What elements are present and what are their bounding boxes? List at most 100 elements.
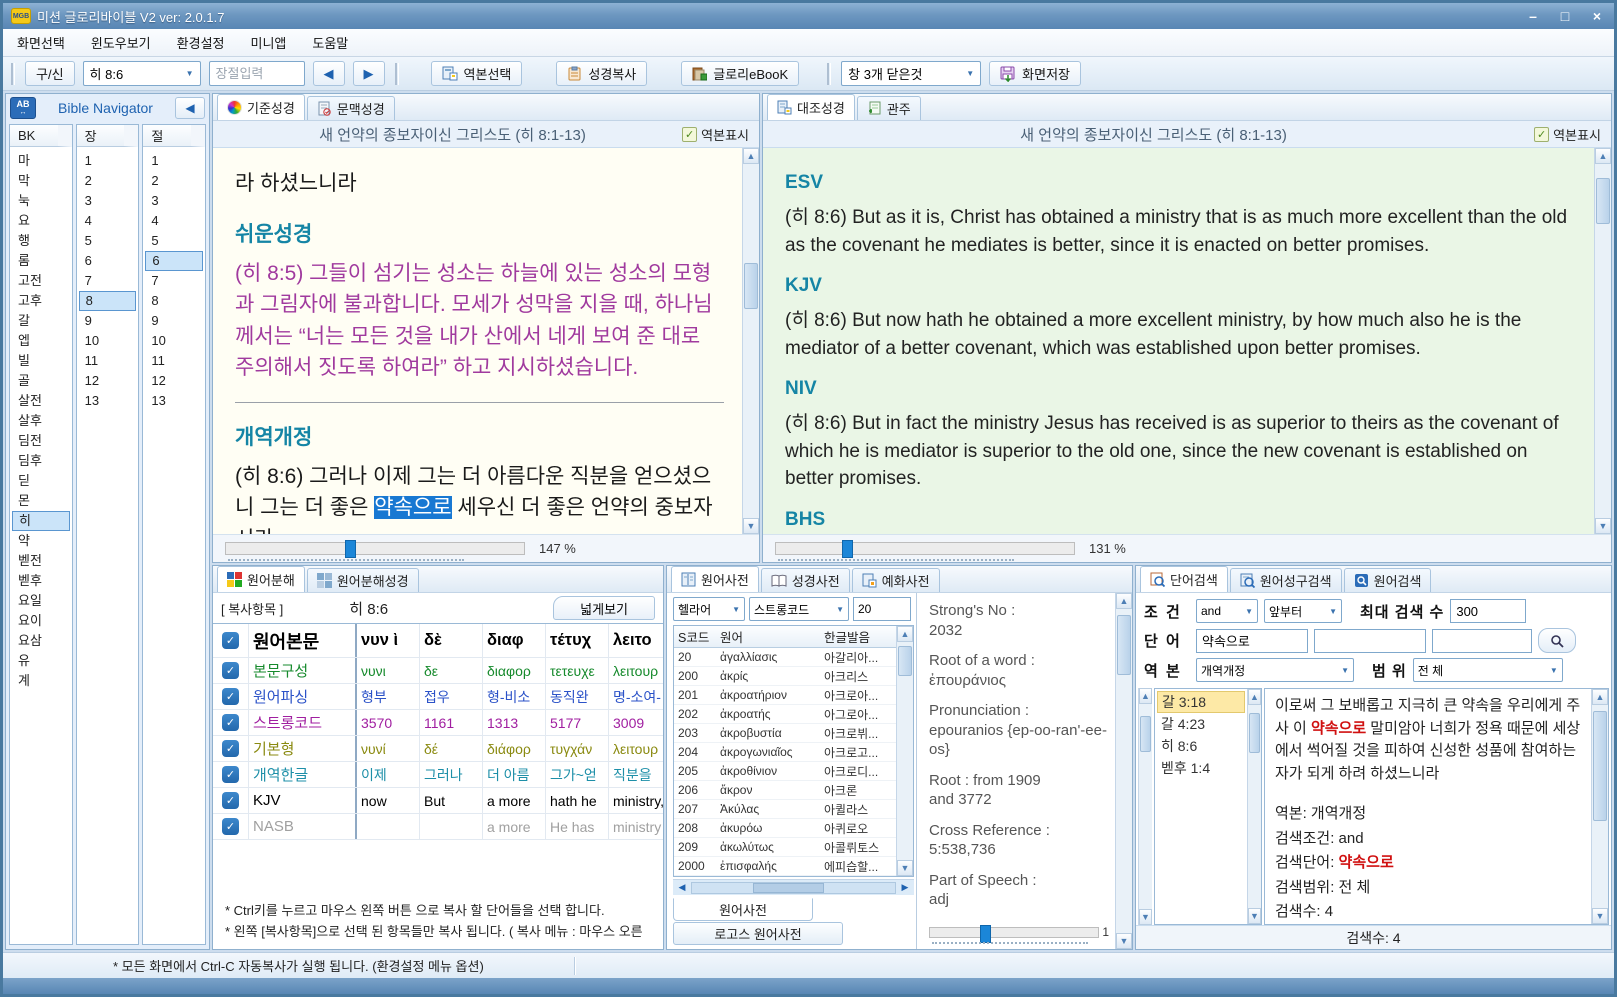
tab-word-parse-bible[interactable]: 원어분해성경	[307, 568, 419, 592]
chapter-item[interactable]: 12	[79, 371, 137, 391]
row-checkbox[interactable]: ✓	[222, 688, 239, 705]
book-item[interactable]: 요이	[12, 611, 70, 631]
chapter-item-selected[interactable]: 8	[79, 291, 137, 311]
layout-combo[interactable]: 창 3개 닫은것 ▼	[841, 61, 981, 86]
vertical-scrollbar[interactable]: ▲ ▼	[1247, 689, 1261, 924]
collapse-sidebar-button[interactable]: ◀	[175, 97, 205, 119]
book-item[interactable]: 고후	[12, 291, 70, 311]
book-item[interactable]: 골	[12, 371, 70, 391]
wide-view-button[interactable]: 넓게보기	[553, 596, 655, 620]
toolbar-grip[interactable]	[395, 63, 399, 85]
search-word-input-1[interactable]	[1196, 629, 1308, 653]
scroll-up-icon[interactable]: ▲	[1116, 593, 1132, 609]
condition-combo[interactable]: and▼	[1196, 599, 1258, 623]
book-item[interactable]: 갈	[12, 311, 70, 331]
book-item[interactable]: 유	[12, 651, 70, 671]
row-checkbox[interactable]: ✓	[222, 766, 239, 783]
book-item[interactable]: 행	[12, 231, 70, 251]
menu-settings[interactable]: 환경설정	[177, 33, 225, 52]
table-row[interactable]: 207Ἀκύλας아퀼라스	[674, 800, 896, 819]
book-item[interactable]: 계	[12, 671, 70, 691]
book-item[interactable]: 벧전	[12, 551, 70, 571]
bible-copy-button[interactable]: 성경복사	[556, 61, 647, 86]
chapter-column-header[interactable]: 장	[77, 125, 139, 147]
tab-word-search[interactable]: 단어검색	[1140, 566, 1228, 592]
minimize-button[interactable]: –	[1524, 8, 1542, 24]
scroll-down-icon[interactable]: ▼	[1248, 908, 1261, 924]
verse-item-selected[interactable]: 6	[145, 251, 203, 271]
tab-primary-bible[interactable]: 기준성경	[217, 94, 305, 120]
menu-mini-apps[interactable]: 미니앱	[251, 33, 287, 52]
scroll-left-icon[interactable]: ◀	[673, 882, 691, 893]
maximize-button[interactable]: □	[1556, 8, 1574, 24]
range-combo[interactable]: 전 체▼	[1413, 658, 1563, 682]
book-item[interactable]: 요삼	[12, 631, 70, 651]
chapter-item[interactable]: 11	[79, 351, 137, 371]
tab-original-word-search[interactable]: 원어검색	[1344, 568, 1432, 592]
verse-item[interactable]: 4	[145, 211, 203, 231]
verse-item[interactable]: 11	[145, 351, 203, 371]
verse-item[interactable]: 13	[145, 391, 203, 411]
scroll-up-icon[interactable]: ▲	[1139, 688, 1152, 704]
language-combo[interactable]: 헬라어▼	[673, 597, 745, 621]
search-word-input-3[interactable]	[1432, 629, 1532, 653]
tab-cross-references[interactable]: 관주	[857, 96, 921, 120]
table-header[interactable]: S코드 원어 한글발음	[674, 626, 896, 648]
scroll-down-icon[interactable]: ▼	[1139, 909, 1152, 925]
book-item[interactable]: 마	[12, 151, 70, 171]
verse-column-header[interactable]: 절	[143, 125, 205, 147]
result-item-selected[interactable]: 갈 3:18	[1157, 691, 1245, 713]
vertical-scrollbar[interactable]: ▲ ▼	[1591, 689, 1608, 924]
tab-bible-dictionary[interactable]: 성경사전	[761, 568, 850, 592]
book-item[interactable]: 엡	[12, 331, 70, 351]
vertical-scrollbar[interactable]: ▲ ▼	[742, 148, 759, 534]
table-row[interactable]: 203ἀκροβυστία아크로뷔...	[674, 724, 896, 743]
table-row[interactable]: 208ἀκυρόω아퀴로오	[674, 819, 896, 838]
table-row[interactable]: 209ἀκωλύτως아콜뤼토스	[674, 838, 896, 857]
scroll-down-icon[interactable]: ▼	[1592, 908, 1608, 924]
version-display-toggle[interactable]: ✓ 역본표시	[682, 125, 749, 144]
row-checkbox[interactable]: ✓	[222, 792, 239, 809]
result-item[interactable]: 벧후 1:4	[1157, 757, 1245, 779]
chapter-item[interactable]: 1	[79, 151, 137, 171]
bottom-tab-dictionary[interactable]: 원어사전	[673, 898, 813, 921]
book-item[interactable]: 벧후	[12, 571, 70, 591]
verse-combo[interactable]: 히 8:6 ▼	[83, 61, 201, 86]
compare-bible-text[interactable]: ESV (히 8:6) But as it is, Christ has obt…	[763, 148, 1594, 534]
scroll-up-icon[interactable]: ▲	[1248, 689, 1261, 705]
tab-original-phrase-search[interactable]: 원어성구검색	[1230, 568, 1342, 592]
row-checkbox[interactable]: ✓	[222, 740, 239, 757]
horizontal-scrollbar[interactable]: ◀ ▶	[673, 879, 914, 895]
verse-item[interactable]: 12	[145, 371, 203, 391]
chapter-item[interactable]: 2	[79, 171, 137, 191]
close-button[interactable]: ×	[1588, 8, 1606, 24]
version-combo[interactable]: 개역개정▼	[1196, 658, 1354, 682]
book-item[interactable]: 살전	[12, 391, 70, 411]
verse-item[interactable]: 3	[145, 191, 203, 211]
book-item[interactable]: 빌	[12, 351, 70, 371]
scroll-right-icon[interactable]: ▶	[896, 882, 914, 893]
table-row[interactable]: 202ἀκροατής아그로아...	[674, 705, 896, 724]
table-row[interactable]: 2000ἐπισφαλής에피습할...	[674, 857, 896, 876]
table-row[interactable]: 206ἄκρον아크론	[674, 781, 896, 800]
verse-item[interactable]: 2	[145, 171, 203, 191]
back-button[interactable]: ◀	[313, 61, 345, 86]
book-item[interactable]: 눅	[12, 191, 70, 211]
tab-word-parse[interactable]: 원어분해	[217, 566, 305, 592]
search-word-input-2[interactable]	[1314, 629, 1426, 653]
chapter-item[interactable]: 13	[79, 391, 137, 411]
row-checkbox[interactable]: ✓	[222, 662, 239, 679]
scroll-down-icon[interactable]: ▼	[1116, 933, 1132, 949]
chapter-item[interactable]: 7	[79, 271, 137, 291]
table-row[interactable]: 20ἀγαλλίασις아갈리아...	[674, 648, 896, 667]
chapter-item[interactable]: 5	[79, 231, 137, 251]
ot-nt-toggle-button[interactable]: 구/신	[25, 61, 75, 86]
glory-ebook-button[interactable]: 글로리eBooK	[681, 61, 799, 86]
max-results-input[interactable]	[1450, 599, 1526, 623]
table-row[interactable]: 205ἀκροθίνιον아크로디...	[674, 762, 896, 781]
zoom-slider[interactable]	[775, 542, 1075, 555]
book-item[interactable]: 고전	[12, 271, 70, 291]
book-item[interactable]: 롬	[12, 251, 70, 271]
book-item[interactable]: 요일	[12, 591, 70, 611]
position-combo[interactable]: 앞부터▼	[1264, 599, 1342, 623]
